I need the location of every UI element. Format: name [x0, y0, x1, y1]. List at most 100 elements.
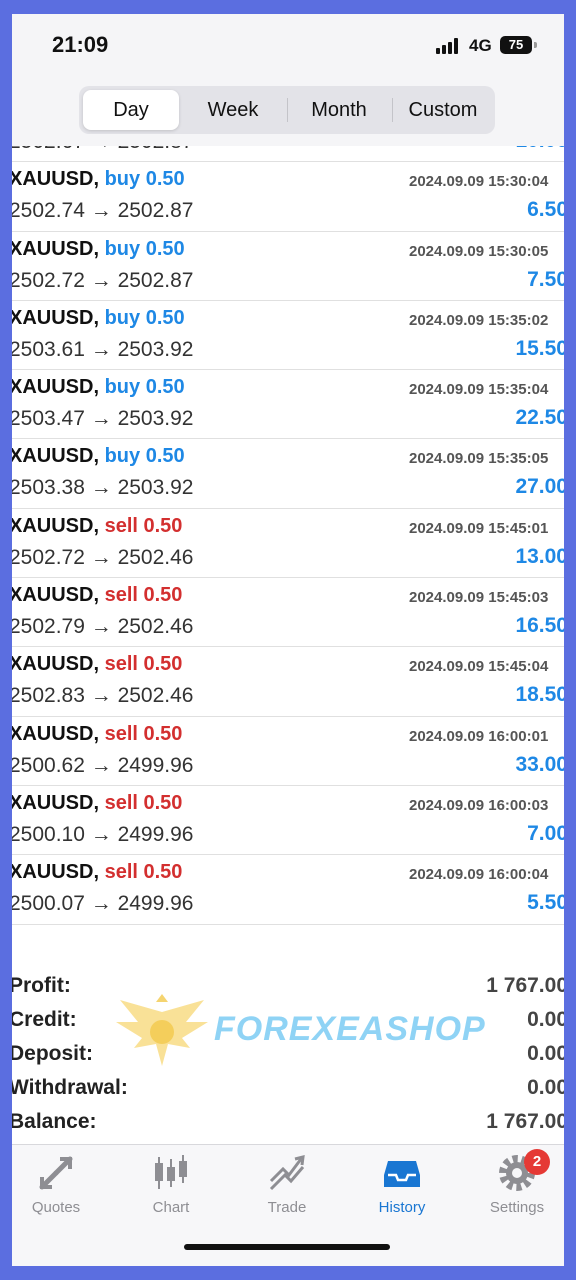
trade-row[interactable]: XAUUSD, buy 0.50 2024.09.09 15:30:05 2502.…	[12, 232, 564, 301]
trade-symbol: XAUUSD, sell 0.50	[12, 584, 182, 607]
trade-side: sell 0.50	[104, 653, 183, 676]
notification-badge: 2	[524, 1149, 550, 1175]
trade-profit: 16.50	[515, 614, 564, 638]
trade-side: buy 0.50	[104, 237, 185, 260]
trade-row[interactable]: XAUUSD, sell 0.50 2024.09.09 15:45:03 2502…	[12, 578, 564, 648]
trade-symbol: XAUUSD, buy 0.50	[12, 445, 185, 468]
signal-icon	[436, 38, 458, 54]
trade-prices: 2502.83 → 2502.46	[12, 684, 194, 708]
trade-symbol: XAUUSD, buy 0.50	[12, 376, 185, 399]
trade-side: buy 0.50	[104, 445, 185, 468]
symbol-name: XAUUSD,	[12, 306, 100, 329]
quotes-icon	[39, 1156, 73, 1190]
trade-prices: 2500.07 → 2499.96	[12, 892, 194, 916]
symbol-name: XAUUSD,	[12, 237, 100, 260]
trade-profit: 15.50	[515, 336, 564, 360]
trade-time: 2024.09.09 16:00:03	[409, 796, 549, 814]
tab-chart[interactable]: Chart	[116, 1153, 226, 1223]
summary-value: 1 767.00	[486, 1110, 564, 1133]
trade-prices: 2503.47 → 2503.92	[12, 407, 194, 431]
status-time: 21:09	[52, 32, 109, 57]
tab-day[interactable]: Day	[83, 90, 179, 130]
eagle-logo-icon	[116, 994, 208, 1066]
trade-time: 2024.09.09 15:35:02	[409, 311, 549, 329]
symbol-name: XAUUSD,	[12, 445, 100, 468]
trade-row[interactable]: XAUUSD, buy 0.50 2024.09.09 15:35:02 2503.…	[12, 301, 564, 371]
summary-label: Profit:	[12, 974, 71, 997]
battery-tip	[534, 42, 537, 48]
summary-row-withdrawal: Withdrawal: 0.00	[12, 1072, 564, 1106]
trade-profit: 10.00	[515, 146, 564, 153]
trade-symbol: XAUUSD, buy 0.50	[12, 238, 185, 261]
trade-symbol: XAUUSD, buy 0.50	[12, 168, 185, 191]
trade-row[interactable]: XAUUSD, sell 0.50 2024.09.09 16:00:03 2500…	[12, 786, 564, 856]
symbol-name: XAUUSD,	[12, 653, 100, 676]
trade-time: 2024.09.09 15:45:01	[409, 519, 549, 537]
trade-time: 2024.09.09 16:00:01	[409, 727, 549, 745]
symbol-name: XAUUSD,	[12, 584, 100, 607]
trade-prices: 2502.67 → 2502.87	[12, 146, 194, 154]
summary-value: 0.00	[527, 1076, 564, 1099]
symbol-name: XAUUSD,	[12, 861, 100, 884]
period-selector: Day Week Month Custom	[12, 78, 564, 146]
chart-icon	[155, 1155, 187, 1189]
symbol-name: XAUUSD,	[12, 168, 100, 191]
trade-time: 2024.09.09 15:35:05	[409, 450, 549, 468]
trade-row[interactable]: XAUUSD, buy 0.50 2024.09.09 15:30:04 2502.…	[12, 162, 564, 232]
trade-side: buy 0.50	[104, 168, 185, 191]
tab-label: Trade	[267, 1199, 307, 1216]
trade-time: 2024.09.09 15:45:04	[409, 658, 549, 676]
segmented-control: Day Week Month Custom	[79, 86, 495, 134]
trade-symbol: XAUUSD, sell 0.50	[12, 653, 182, 676]
tab-week[interactable]: Week	[183, 90, 283, 130]
tab-label: History	[378, 1199, 426, 1216]
trade-profit: 33.00	[515, 752, 564, 776]
tab-history[interactable]: History	[347, 1153, 457, 1223]
trade-prices: 2502.74 → 2502.87	[12, 199, 194, 223]
trade-rows: XAUUSD, buy 0.502024.09.09 15:30:022502.…	[12, 146, 564, 925]
trade-row[interactable]: XAUUSD, buy 0.502024.09.09 15:30:022502.…	[12, 146, 564, 163]
history-icon	[384, 1161, 420, 1187]
trade-row[interactable]: XAUUSD, sell 0.50 2024.09.09 15:45:01 2502…	[12, 509, 564, 579]
trade-icon	[269, 1155, 305, 1191]
watermark: FOREXEASHOP	[112, 992, 485, 1072]
trade-symbol: XAUUSD, sell 0.50	[12, 723, 182, 746]
tab-trade[interactable]: Trade	[232, 1153, 342, 1223]
trade-row[interactable]: XAUUSD, buy 0.50 2024.09.09 15:35:05 2503.…	[12, 439, 564, 509]
trade-time: 2024.09.09 15:35:04	[409, 381, 549, 399]
tab-quotes[interactable]: Quotes	[12, 1153, 111, 1223]
phone-screen: 21:09 4G 75 Day Week Month Custom XAUUSD…	[12, 14, 564, 1266]
trade-profit: 13.00	[515, 544, 564, 568]
battery-icon: 75	[500, 36, 532, 54]
tab-custom[interactable]: Custom	[393, 90, 493, 130]
trade-profit: 5.50	[527, 891, 564, 915]
trade-row[interactable]: XAUUSD, buy 0.50 2024.09.09 15:35:04 2503.…	[12, 370, 564, 440]
trade-time: 2024.09.09 15:30:05	[409, 242, 549, 260]
trade-side: sell 0.50	[104, 722, 183, 745]
trade-row[interactable]: XAUUSD, sell 0.50 2024.09.09 16:00:01 2500…	[12, 717, 564, 786]
trade-prices: 2503.61 → 2503.92	[12, 337, 194, 361]
trade-time: 2024.09.09 15:45:03	[409, 589, 549, 607]
trade-symbol: XAUUSD, sell 0.50	[12, 515, 182, 538]
trade-prices: 2503.38 → 2503.92	[12, 476, 194, 500]
tab-settings[interactable]: Settings 2	[462, 1149, 564, 1223]
trade-profit: 22.50	[515, 406, 564, 430]
watermark-text: FOREXEASHOP	[214, 1010, 486, 1048]
trade-row[interactable]: XAUUSD, sell 0.50 2024.09.09 15:45:04 2502…	[12, 647, 564, 717]
trade-symbol: XAUUSD, sell 0.50	[12, 792, 182, 815]
trade-profit: 6.50	[527, 198, 564, 222]
trade-side: sell 0.50	[104, 514, 183, 537]
home-indicator[interactable]	[184, 1244, 390, 1250]
tab-month[interactable]: Month	[289, 90, 389, 130]
trade-row[interactable]: XAUUSD, sell 0.50 2024.09.09 16:00:04 2500…	[12, 855, 564, 925]
status-bar: 21:09 4G 75	[12, 14, 564, 78]
trade-side: buy 0.50	[104, 306, 185, 329]
trade-prices: 2502.79 → 2502.46	[12, 615, 194, 639]
trade-profit: 18.50	[515, 683, 564, 707]
account-summary: Profit: 1 767.00 Credit: 0.00 Deposit: 0…	[12, 958, 564, 1144]
symbol-name: XAUUSD,	[12, 791, 100, 814]
trade-side: sell 0.50	[104, 791, 183, 814]
tab-label: Settings	[489, 1199, 545, 1216]
summary-value: 0.00	[527, 1042, 564, 1065]
network-type: 4G	[469, 36, 492, 55]
